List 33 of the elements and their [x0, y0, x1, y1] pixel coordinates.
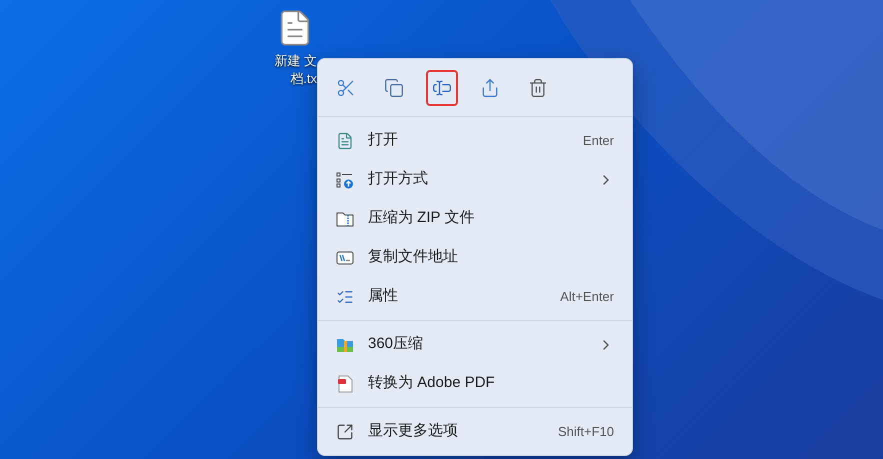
more-options-icon	[336, 422, 354, 440]
menu-item[interactable]: 复制文件地址	[322, 238, 628, 277]
shortcut-label: Enter	[582, 132, 614, 150]
file-name-label: 新建 文	[274, 52, 317, 70]
menu-item-label: 360压缩	[368, 334, 424, 354]
pdf-icon	[336, 374, 354, 392]
menu-item-label: 属性	[368, 286, 399, 306]
menu-item[interactable]: 显示更多选项 Shift+F10	[322, 412, 628, 451]
zip-folder-icon	[336, 210, 354, 228]
rename-button[interactable]	[426, 70, 458, 106]
open-with-icon	[336, 170, 354, 188]
menu-item-label: 打开	[368, 130, 399, 150]
menu-item-label: 压缩为 ZIP 文件	[368, 208, 476, 228]
menu-item[interactable]: 转换为 Adobe PDF	[322, 364, 628, 403]
menu-item[interactable]: 属性 Alt+Enter	[322, 277, 628, 316]
menu-item-label: 显示更多选项	[368, 421, 459, 442]
menu-item-label: 转换为 Adobe PDF	[368, 373, 496, 394]
cut-icon	[336, 78, 356, 98]
menu-item-label: 打开方式	[368, 169, 429, 190]
file-name-label: 档.tx	[290, 70, 317, 88]
notepad-icon	[336, 132, 354, 150]
shortcut-label: Alt+Enter	[560, 288, 614, 306]
menu-item[interactable]: 打开方式	[322, 160, 628, 199]
menu-item-label: 复制文件地址	[368, 247, 459, 268]
menu-item[interactable]: 打开 Enter	[322, 121, 628, 160]
shortcut-label: Shift+F10	[558, 422, 614, 441]
menu-item[interactable]: 压缩为 ZIP 文件	[322, 199, 628, 238]
trash-icon	[528, 78, 548, 98]
rename-icon	[432, 78, 452, 98]
path-icon	[336, 248, 354, 266]
menu-item[interactable]: 360压缩	[322, 325, 628, 364]
share-icon	[480, 78, 500, 98]
copy-icon	[384, 78, 404, 98]
